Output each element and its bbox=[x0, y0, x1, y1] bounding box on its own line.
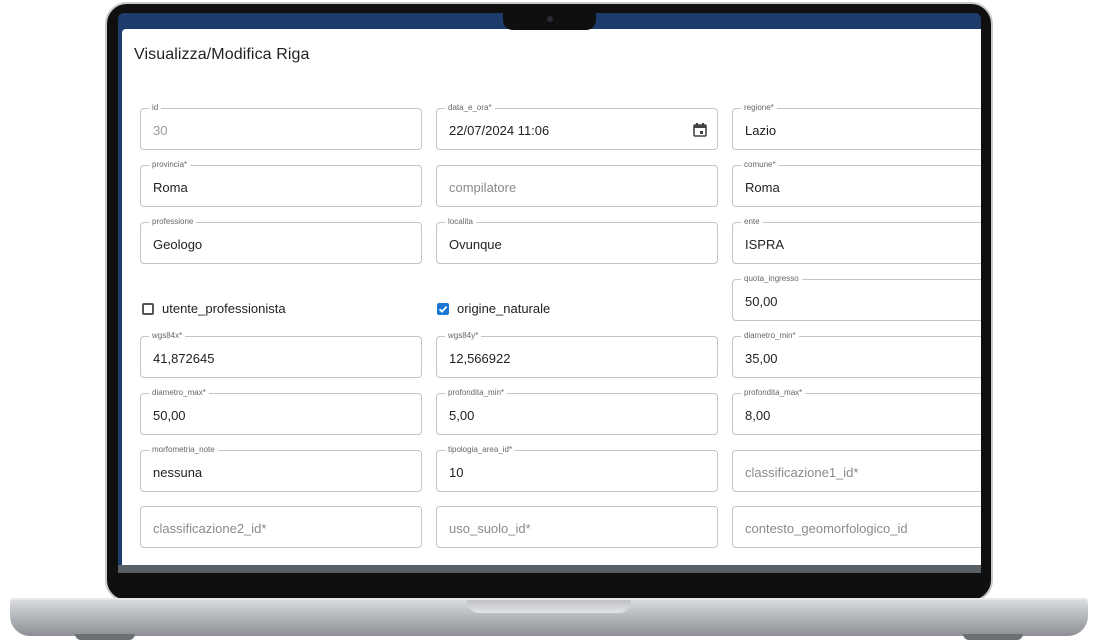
field-label: quota_ingresso bbox=[741, 274, 802, 284]
field-label: morfometria_note bbox=[149, 445, 218, 455]
field-placeholder: uso_suolo_id* bbox=[449, 521, 531, 536]
field-value: 12,566922 bbox=[449, 351, 511, 366]
morfometria-note-field[interactable]: morfometria_note nessuna bbox=[140, 445, 422, 492]
edit-row-dialog: Visualizza/Modifica Riga id 30 data_e_or… bbox=[122, 29, 981, 565]
localita-field[interactable]: localita Ovunque bbox=[436, 217, 718, 264]
field-placeholder: classificazione2_id* bbox=[153, 521, 267, 536]
id-field[interactable]: id 30 bbox=[140, 103, 422, 150]
ente-field[interactable]: ente ISPRA bbox=[732, 217, 981, 264]
laptop-foot-left bbox=[75, 634, 135, 640]
field-value: 50,00 bbox=[153, 408, 186, 423]
calendar-icon[interactable] bbox=[693, 123, 707, 137]
dialog-shadow-edge bbox=[118, 565, 981, 573]
field-value: 22/07/2024 11:06 bbox=[449, 123, 550, 138]
professione-field[interactable]: professione Geologo bbox=[140, 217, 422, 264]
field-label: professione bbox=[149, 217, 197, 227]
field-label: data_e_ora* bbox=[445, 103, 495, 113]
field-label: profondita_min* bbox=[445, 388, 508, 398]
laptop-thumb-notch bbox=[467, 600, 631, 613]
comune-field[interactable]: comune* Roma bbox=[732, 160, 981, 207]
field-value: Lazio bbox=[745, 123, 777, 138]
dialog-title: Visualizza/Modifica Riga bbox=[134, 46, 310, 63]
field-value: Geologo bbox=[153, 237, 203, 252]
checkbox-unchecked-icon[interactable] bbox=[142, 302, 154, 315]
field-label: ente bbox=[741, 217, 763, 227]
wgs84x-field[interactable]: wgs84x* 41,872645 bbox=[140, 331, 422, 378]
checkbox-checked-icon[interactable] bbox=[437, 302, 449, 315]
camera-notch bbox=[503, 12, 596, 30]
field-value: ISPRA bbox=[745, 237, 785, 252]
field-label: profondita_max* bbox=[741, 388, 806, 398]
field-value: nessuna bbox=[153, 465, 203, 480]
diametro-max-field[interactable]: diametro_max* 50,00 bbox=[140, 388, 422, 435]
field-label: diametro_max* bbox=[149, 388, 209, 398]
field-value: 8,00 bbox=[745, 408, 771, 423]
origine-naturale-checkbox[interactable]: origine_naturale bbox=[437, 301, 550, 316]
field-label: comune* bbox=[741, 160, 779, 170]
field-label: regione* bbox=[741, 103, 777, 113]
field-value: 30 bbox=[153, 123, 168, 138]
field-value: Roma bbox=[745, 180, 780, 195]
diametro-min-field[interactable]: diametro_min* 35,00 bbox=[732, 331, 981, 378]
provincia-field[interactable]: provincia* Roma bbox=[140, 160, 422, 207]
field-label: tipologia_area_id* bbox=[445, 445, 516, 455]
field-value: 35,00 bbox=[745, 351, 778, 366]
checkbox-label: origine_naturale bbox=[457, 301, 551, 316]
data-e-ora-field[interactable]: data_e_ora* 22/07/2024 11:06 bbox=[436, 103, 718, 150]
classificazione2-id-field[interactable]: classificazione2_id* bbox=[140, 506, 422, 548]
field-placeholder: contesto_geomorfologico_id bbox=[745, 521, 908, 536]
profondita-max-field[interactable]: profondita_max* 8,00 bbox=[732, 388, 981, 435]
profondita-min-field[interactable]: profondita_min* 5,00 bbox=[436, 388, 718, 435]
field-value: 5,00 bbox=[449, 408, 475, 423]
field-label: provincia* bbox=[149, 160, 191, 170]
field-label: wgs84x* bbox=[149, 331, 186, 341]
field-value: 41,872645 bbox=[153, 351, 215, 366]
checkbox-label: utente_professionista bbox=[162, 301, 286, 316]
compilatore-field[interactable]: compilatore bbox=[436, 165, 718, 207]
regione-field[interactable]: regione* Lazio bbox=[732, 103, 981, 150]
field-value: Roma bbox=[153, 180, 188, 195]
wgs84y-field[interactable]: wgs84y* 12,566922 bbox=[436, 331, 718, 378]
classificazione1-id-field[interactable]: classificazione1_id* bbox=[732, 450, 981, 492]
field-label: id bbox=[149, 103, 162, 113]
camera-icon bbox=[547, 16, 553, 22]
field-placeholder: compilatore bbox=[449, 180, 517, 195]
field-value: Ovunque bbox=[449, 237, 502, 252]
contesto-geomorfologico-id-field[interactable]: contesto_geomorfologico_id bbox=[732, 506, 981, 548]
field-label: localita bbox=[445, 217, 476, 227]
field-value: 50,00 bbox=[745, 294, 778, 309]
laptop-foot-right bbox=[963, 634, 1023, 640]
field-placeholder: classificazione1_id* bbox=[745, 465, 859, 480]
uso-suolo-id-field[interactable]: uso_suolo_id* bbox=[436, 506, 718, 548]
quota-ingresso-field[interactable]: quota_ingresso 50,00 bbox=[732, 274, 981, 321]
field-label: diametro_min* bbox=[741, 331, 799, 341]
tipologia-area-id-field[interactable]: tipologia_area_id* 10 bbox=[436, 445, 718, 492]
utente-professionista-checkbox[interactable]: utente_professionista bbox=[142, 301, 286, 316]
field-label: wgs84y* bbox=[445, 331, 482, 341]
screen: Visualizza/Modifica Riga id 30 data_e_or… bbox=[118, 13, 981, 573]
field-value: 10 bbox=[449, 465, 464, 480]
